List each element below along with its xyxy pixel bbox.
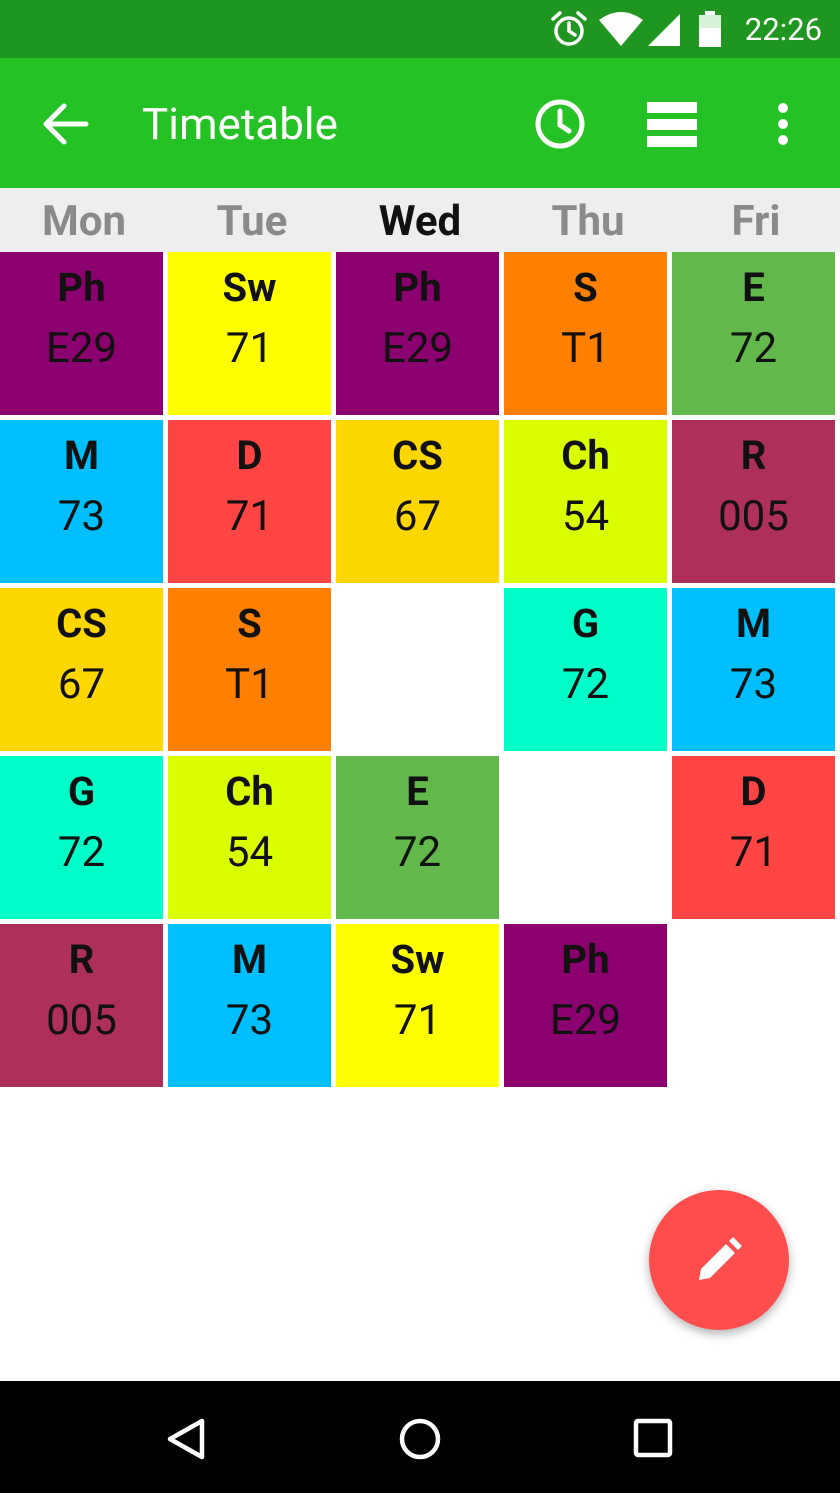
cell-subject: Ph (393, 264, 442, 311)
wifi-icon (599, 12, 643, 46)
cell-subject: D (236, 432, 263, 479)
cell-room: 005 (46, 996, 117, 1045)
cell-room: 71 (225, 492, 274, 541)
timetable-cell[interactable]: CS 67 (0, 588, 163, 751)
navigation-bar (0, 1381, 840, 1493)
day-mon: Mon (41, 197, 127, 246)
cell-subject: R (68, 936, 95, 983)
cell-subject: M (735, 600, 772, 647)
timetable-cell[interactable]: Ph E29 (504, 924, 667, 1087)
battery-icon (699, 11, 721, 47)
app-bar: Timetable (0, 58, 840, 188)
more-options-icon[interactable] (776, 102, 790, 146)
edit-pencil-icon (699, 1237, 742, 1280)
cell-room: 73 (57, 492, 106, 541)
cell-subject: Ch (225, 768, 274, 815)
timetable-cell[interactable]: R 005 (672, 420, 835, 583)
timetable-cell[interactable]: S T1 (168, 588, 331, 751)
cell-room: 73 (729, 660, 778, 709)
list-view-icon[interactable] (647, 102, 697, 148)
cell-room: E29 (45, 324, 118, 373)
cell-subject: E (742, 264, 765, 311)
cell-room: 67 (393, 492, 442, 541)
day-fri: Fri (731, 197, 781, 246)
cell-room: 005 (718, 492, 789, 541)
cell-subject: D (740, 768, 767, 815)
timetable-cell[interactable]: G 72 (504, 588, 667, 751)
cell-room: 72 (393, 828, 442, 877)
timetable-cell[interactable]: D 71 (672, 756, 835, 919)
timetable-cell[interactable]: M 73 (672, 588, 835, 751)
cell-room: 54 (561, 492, 610, 541)
cell-room: 71 (729, 828, 778, 877)
cell-room: 71 (393, 996, 442, 1045)
cell-subject: Ph (561, 936, 610, 983)
cell-room: 71 (225, 324, 274, 373)
signal-icon (648, 14, 680, 46)
timetable-cell[interactable]: M 73 (168, 924, 331, 1087)
cell-room: T1 (225, 660, 274, 709)
cell-subject: Sw (222, 264, 277, 311)
timetable-cell[interactable]: Ch 54 (504, 420, 667, 583)
home-circle-icon[interactable] (398, 1417, 442, 1461)
cell-subject: CS (56, 600, 107, 647)
timetable-cell[interactable]: Sw 71 (168, 252, 331, 415)
cell-subject: E (406, 768, 429, 815)
timetable-cell[interactable]: E 72 (336, 756, 499, 919)
status-time: 22:26 (744, 11, 822, 48)
cell-subject: R (740, 432, 767, 479)
edit-fab-button[interactable] (649, 1190, 789, 1330)
timetable-cell[interactable]: D 71 (168, 420, 331, 583)
timetable-grid: Ph E29 M 73 CS 67 G 72 R 005 Sw 71 D 71 S T1 Ch 54 M 73 Ph E2… (0, 252, 840, 1092)
cell-room: E29 (381, 324, 454, 373)
cell-subject: S (573, 264, 598, 311)
cell-room: 72 (561, 660, 610, 709)
cell-subject: Ph (57, 264, 106, 311)
timetable-cell[interactable]: R 005 (0, 924, 163, 1087)
clock-icon[interactable] (534, 98, 586, 150)
cell-subject: CS (392, 432, 443, 479)
timetable-cell[interactable]: S T1 (504, 252, 667, 415)
cell-subject: G (571, 600, 600, 647)
cell-subject: M (231, 936, 268, 983)
cell-room: 67 (57, 660, 106, 709)
timetable-cell[interactable]: Ch 54 (168, 756, 331, 919)
alarm-icon (551, 11, 587, 46)
page-title: Timetable (142, 98, 338, 150)
timetable-cell[interactable]: Ph E29 (336, 252, 499, 415)
cell-room: E29 (549, 996, 622, 1045)
cell-subject: M (63, 432, 100, 479)
day-thu: Thu (551, 197, 625, 246)
cell-room: 54 (225, 828, 274, 877)
back-arrow-icon[interactable] (40, 100, 90, 148)
cell-subject: Sw (390, 936, 445, 983)
recents-square-icon[interactable] (632, 1417, 674, 1459)
timetable-cell[interactable]: Ph E29 (0, 252, 163, 415)
day-wed: Wed (378, 197, 462, 246)
cell-room: 72 (57, 828, 106, 877)
back-triangle-icon[interactable] (164, 1417, 208, 1461)
timetable-cell[interactable]: M 73 (0, 420, 163, 583)
timetable-cell[interactable]: G 72 (0, 756, 163, 919)
timetable-cell[interactable]: Sw 71 (336, 924, 499, 1087)
cell-subject: G (67, 768, 96, 815)
day-tue: Tue (216, 197, 288, 246)
cell-room: 72 (729, 324, 778, 373)
timetable-cell[interactable]: CS 67 (336, 420, 499, 583)
cell-room: 73 (225, 996, 274, 1045)
day-header: Mon Tue Wed Thu Fri (0, 188, 840, 252)
cell-subject: Ch (561, 432, 610, 479)
cell-room: T1 (561, 324, 610, 373)
timetable-cell[interactable]: E 72 (672, 252, 835, 415)
cell-subject: S (237, 600, 262, 647)
status-bar: 22:26 (0, 0, 840, 58)
